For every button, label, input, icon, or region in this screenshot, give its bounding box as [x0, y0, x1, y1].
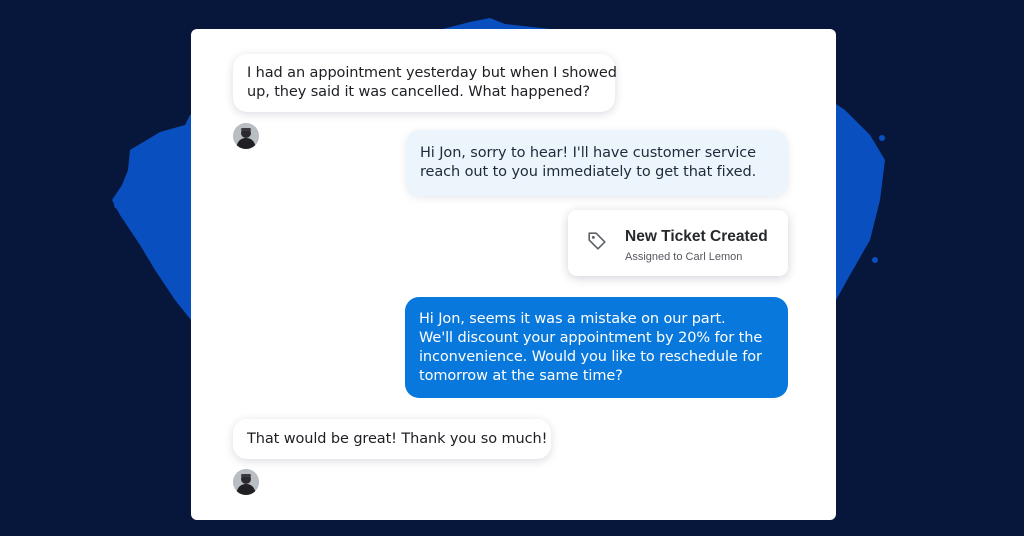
message-line: up, they said it was cancelled. What hap…	[247, 84, 590, 100]
message-line: That would be great! Thank you so much!	[247, 430, 548, 447]
message-line: inconvenience. Would you like to resched…	[419, 348, 762, 365]
message-line: Hi Jon, seems it was a mistake on our pa…	[419, 310, 726, 327]
message-line: Hi Jon, sorry to hear! I'll have custome…	[420, 145, 756, 161]
customer-message: That would be great! Thank you so much!	[233, 419, 551, 459]
agent-message: Hi Jon, seems it was a mistake on our pa…	[405, 297, 788, 398]
message-line: I had an appointment yesterday but when …	[247, 65, 617, 81]
agent-message: Hi Jon, sorry to hear! I'll have custome…	[406, 130, 788, 196]
message-line: We'll discount your appointment by 20% f…	[419, 329, 763, 346]
ticket-title: New Ticket Created	[625, 228, 768, 245]
message-line: reach out to you immediately to get that…	[420, 164, 757, 180]
ticket-card[interactable]: New Ticket Created Assigned to Carl Lemo…	[568, 210, 788, 276]
ticket-assignee: Assigned to Carl Lemon	[625, 251, 743, 263]
avatar	[233, 469, 259, 495]
tag-icon	[588, 232, 606, 250]
customer-message: I had an appointment yesterday but when …	[233, 54, 617, 112]
message-line: tomorrow at the same time?	[419, 367, 623, 384]
avatar	[233, 123, 259, 149]
